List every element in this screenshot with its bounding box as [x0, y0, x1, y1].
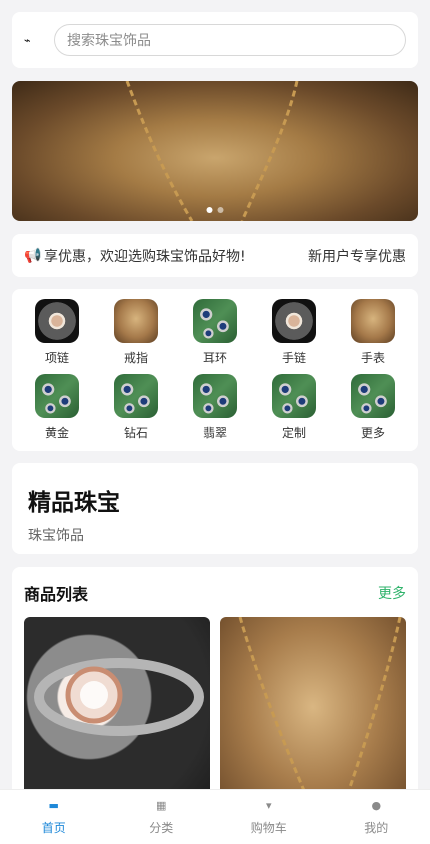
tab-label: 首页 — [41, 820, 66, 835]
featured-section[interactable]: 精品珠宝 珠宝饰品 — [12, 463, 418, 554]
category-label: 定制 — [281, 426, 306, 440]
user-icon: ● — [371, 798, 382, 812]
category-label: 戒指 — [123, 351, 148, 365]
category-thumb — [35, 374, 79, 418]
category-label: 手链 — [281, 351, 306, 365]
category-label: 手表 — [360, 351, 385, 365]
search-input[interactable]: 搜索珠宝饰品 — [54, 24, 406, 56]
category-item-necklace[interactable]: 项链 — [18, 299, 96, 366]
banner-carousel[interactable] — [12, 81, 418, 221]
category-item-jade[interactable]: 翡翠 — [176, 374, 254, 441]
category-item-bracelet[interactable]: 手链 — [255, 299, 333, 366]
category-item-watch[interactable]: 手表 — [334, 299, 412, 366]
tab-profile[interactable]: ● 我的 — [323, 790, 430, 844]
grid-icon: ▦ — [156, 798, 167, 812]
category-thumb — [272, 374, 316, 418]
notice-text: 享优惠，欢迎选购珠宝饰品好物! — [44, 248, 246, 265]
necklace-image — [238, 617, 402, 807]
notice-promo[interactable]: 新用户专享优惠 — [308, 246, 406, 266]
product-card[interactable] — [220, 617, 406, 807]
product-card[interactable] — [24, 617, 210, 807]
category-label: 钻石 — [123, 426, 148, 440]
category-thumb — [193, 299, 237, 343]
necklace-image — [125, 81, 299, 221]
category-thumb — [351, 299, 395, 343]
more-link[interactable]: 更多 — [378, 583, 406, 603]
tab-label: 我的 — [364, 820, 389, 835]
category-thumb — [35, 299, 79, 343]
category-item-custom[interactable]: 定制 — [255, 374, 333, 441]
carousel-dot[interactable] — [217, 207, 224, 213]
carousel-indicator — [206, 207, 224, 213]
notice-bar[interactable]: 📢 享优惠，欢迎选购珠宝饰品好物! 新用户专享优惠 — [12, 234, 418, 277]
category-thumb — [351, 374, 395, 418]
category-label: 项链 — [44, 351, 69, 365]
product-list-title: 商品列表 — [24, 585, 89, 604]
category-label: 黄金 — [44, 426, 69, 440]
category-thumb — [193, 374, 237, 418]
category-label: 耳环 — [202, 351, 227, 365]
product-list: 商品列表 更多 — [12, 567, 418, 807]
category-item-earring[interactable]: 耳环 — [176, 299, 254, 366]
home-icon: ▬ — [48, 798, 59, 812]
tab-home[interactable]: ▬ 首页 — [0, 790, 108, 844]
speaker-icon: 📢 — [24, 247, 42, 264]
featured-title: 精品珠宝 — [28, 490, 120, 516]
category-item-diamond[interactable]: 钻石 — [97, 374, 175, 441]
category-thumb — [272, 299, 316, 343]
carousel-dot[interactable] — [206, 207, 213, 213]
category-item-ring[interactable]: 戒指 — [97, 299, 175, 366]
category-label: 更多 — [360, 426, 385, 440]
category-grid: 项链 戒指 耳环 手链 手表 黄金 钻石 翡翠 定制 更多 — [12, 289, 418, 451]
tab-category[interactable]: ▦ 分类 — [108, 790, 216, 844]
tab-label: 购物车 — [250, 820, 287, 835]
logo-icon[interactable]: ⌁ — [24, 34, 42, 47]
category-thumb — [114, 374, 158, 418]
cart-icon: ▾ — [265, 798, 272, 812]
tab-label: 分类 — [149, 820, 174, 835]
featured-subtitle: 珠宝饰品 — [28, 528, 84, 544]
tab-cart[interactable]: ▾ 购物车 — [215, 790, 323, 844]
category-item-gold[interactable]: 黄金 — [18, 374, 96, 441]
category-item-more[interactable]: 更多 — [334, 374, 412, 441]
search-bar: ⌁ 搜索珠宝饰品 — [12, 12, 418, 68]
bottom-tab-bar: ▬ 首页 ▦ 分类 ▾ 购物车 ● 我的 — [0, 789, 430, 844]
category-thumb — [114, 299, 158, 343]
category-label: 翡翠 — [202, 426, 227, 440]
ring-image — [34, 658, 204, 736]
